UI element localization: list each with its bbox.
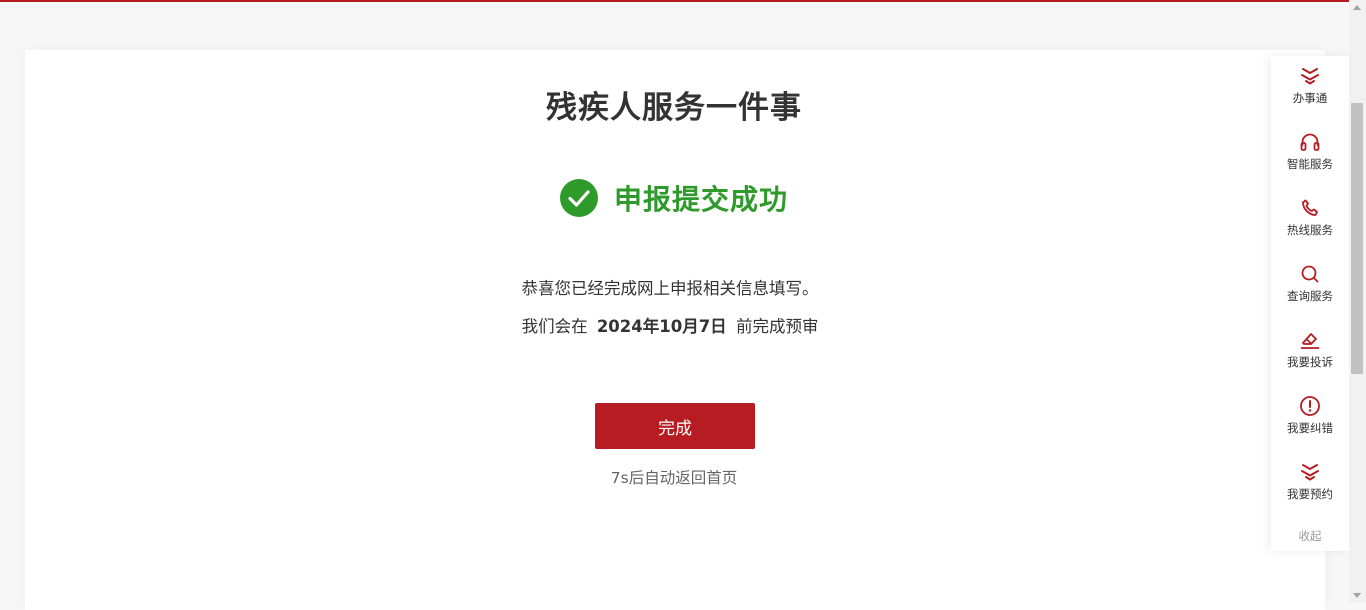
sidebar-item-label: 我要纠错 bbox=[1287, 421, 1333, 435]
top-accent-bar bbox=[0, 0, 1366, 2]
success-text: 申报提交成功 bbox=[613, 183, 788, 216]
banshitong-logo-icon bbox=[1301, 68, 1319, 85]
sidebar-item-label: 智能服务 bbox=[1287, 157, 1333, 171]
sidebar-item-complaint[interactable]: 我要投诉 bbox=[1271, 329, 1349, 389]
phone-icon bbox=[1302, 199, 1318, 216]
sidebar-item-banshitong[interactable]: 办事通 bbox=[1271, 65, 1349, 125]
success-status: 申报提交成功 bbox=[0, 178, 1348, 218]
sidebar-item-label: 办事通 bbox=[1292, 91, 1328, 105]
message-line-1: 恭喜您已经完成网上申报相关信息填写。 bbox=[521, 279, 819, 298]
sidebar-item-correction[interactable]: 我要纠错 bbox=[1271, 395, 1349, 455]
countdown-text: 7s后自动返回首页 bbox=[610, 469, 738, 487]
scrollbar-thumb[interactable] bbox=[1351, 103, 1363, 374]
search-icon bbox=[1301, 265, 1319, 283]
done-button[interactable]: 完成 bbox=[595, 403, 755, 449]
sidebar-item-label: 查询服务 bbox=[1287, 289, 1333, 303]
message-prefix: 我们会在 bbox=[521, 317, 588, 336]
message-suffix: 前完成预审 bbox=[735, 317, 819, 336]
banshitong-logo-icon bbox=[1301, 464, 1319, 481]
check-circle-icon bbox=[559, 179, 598, 217]
sidebar-item-query[interactable]: 查询服务 bbox=[1271, 263, 1349, 323]
page-title: 残疾人服务一件事 bbox=[546, 90, 802, 126]
sidebar-item-hotline[interactable]: 热线服务 bbox=[1271, 197, 1349, 257]
exclamation-circle-icon bbox=[1300, 396, 1320, 416]
floating-service-sidebar: 办事通 智能服务 热线服务 查询服务 我要投诉 我要纠错 我要预约 收起 bbox=[1271, 56, 1349, 551]
sidebar-item-smart-service[interactable]: 智能服务 bbox=[1271, 131, 1349, 191]
sidebar-item-label: 我要投诉 bbox=[1287, 355, 1333, 369]
sidebar-item-label: 热线服务 bbox=[1287, 223, 1333, 237]
headset-icon bbox=[1300, 133, 1320, 151]
sidebar-item-appointment[interactable]: 我要预约 bbox=[1271, 461, 1349, 521]
collapse-sidebar-button[interactable]: 收起 bbox=[1271, 528, 1349, 544]
scroll-down-arrow-icon[interactable] bbox=[1353, 593, 1361, 598]
pen-complaint-icon bbox=[1300, 333, 1320, 349]
review-deadline-date: 2024年10月7日 bbox=[596, 317, 727, 336]
sidebar-item-label: 我要预约 bbox=[1287, 487, 1333, 501]
scroll-up-arrow-icon[interactable] bbox=[1353, 5, 1361, 10]
message-line-2: 我们会在 2024年10月7日 前完成预审 bbox=[0, 313, 1340, 337]
